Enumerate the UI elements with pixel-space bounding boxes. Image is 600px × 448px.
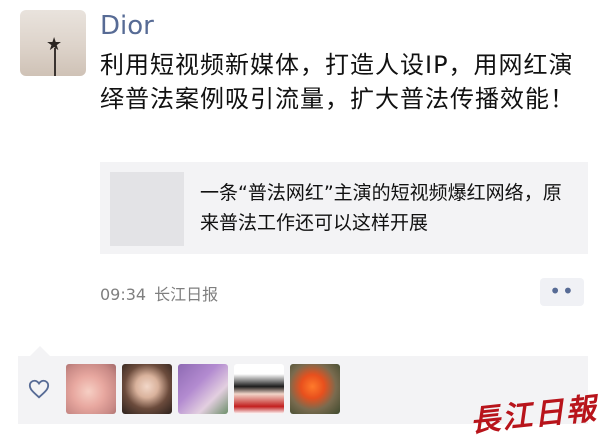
link-thumbnail (110, 172, 184, 246)
poster-username[interactable]: Dior (100, 10, 154, 42)
poster-avatar[interactable]: ★ (20, 10, 86, 76)
liker-avatar-1[interactable] (66, 364, 116, 414)
post-time: 09:34 (100, 285, 147, 304)
heart-outline-icon (28, 379, 50, 399)
liker-avatar-3[interactable] (178, 364, 228, 414)
more-actions-button[interactable]: •• (540, 278, 584, 306)
post-meta: 09:34 长江日报 (100, 284, 218, 306)
star-icon: ★ (46, 34, 63, 55)
post-text: 利用短视频新媒体，打造人设IP，用网红演绎普法案例吸引流量，扩大普法传播效能！ (100, 51, 575, 113)
liker-avatar-2[interactable] (122, 364, 172, 414)
post-source[interactable]: 长江日报 (154, 285, 218, 304)
link-title: 一条“普法网红”主演的短视频爆红网络，原来普法工作还可以这样开展 (200, 182, 562, 234)
liker-avatar-4[interactable] (234, 364, 284, 414)
shared-link-card[interactable]: 一条“普法网红”主演的短视频爆红网络，原来普法工作还可以这样开展 (100, 162, 588, 254)
liker-avatar-5[interactable] (290, 364, 340, 414)
likes-panel-arrow (30, 346, 50, 356)
